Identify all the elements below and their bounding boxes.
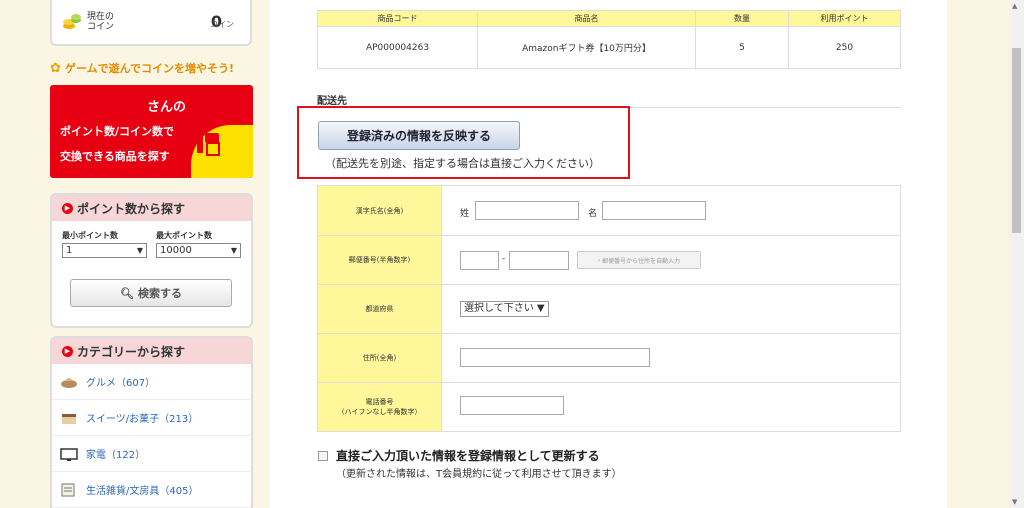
zip-label: 郵便番号(半角数字) [317,235,442,285]
search-icon: 🔍︎ [120,286,134,300]
autofill-label: 郵便番号から住所を自動入力 [602,257,681,265]
form-row-pref: 都道府県 選択して下さい ▼ [317,284,901,334]
points-search-panel: ▶ ポイント数から探す 最小ポイント数 最大ポイント数 1 ▼ 10000 ▼ 🔍︎… [50,193,253,328]
address-cell [441,333,901,383]
points-panel-header: ▶ ポイント数から探す [52,195,251,221]
game-coin-link[interactable]: ✿ ゲームで遊んでコインを増やそう! [50,60,234,76]
category-item-stationery[interactable]: 生活雑貨/文房具（405） [52,472,251,508]
product-name: Amazonギフト券【10万円分】 [477,26,696,69]
coin-stack-icon [63,14,81,29]
points-panel-title: ポイント数から探す [77,201,186,216]
banner-line2: 交換できる商品を探す [60,150,170,163]
form-row-phone: 電話番号 （ハイフンなし半角数字） [317,382,901,432]
min-points-select[interactable]: 1 ▼ [62,243,147,258]
banner-san: さんの [147,100,187,115]
coin-label: 現在の コイン [87,12,115,32]
zip-autofill-button[interactable]: › 郵便番号から住所を自動入力 [577,251,701,269]
reflect-note: （配送先を別途、指定する場合は直接ご入力ください） [325,157,600,170]
gourmet-icon [61,377,77,388]
category-panel: ▶ カテゴリーから探す グルメ（607） スイーツ/お菓子（213） 家電（12… [50,336,253,508]
form-row-name: 漢字氏名(全角) 姓 名 [317,185,901,236]
min-points-label: 最小ポイント数 [62,231,118,240]
form-row-zip: 郵便番号(半角数字) - › 郵便番号から住所を自動入力 [317,235,901,285]
points-search-button[interactable]: 🔍︎ 検索する [70,279,232,307]
chevron-right-icon: ▶ [62,202,73,214]
exchange-search-banner[interactable]: さんの ポイント数/コイン数で 交換できる商品を探す [50,85,253,178]
dropdown-arrow-icon: ▼ [230,246,237,255]
category-panel-title: カテゴリーから探す [77,344,186,359]
banner-line1: ポイント数/コイン数で [60,125,175,138]
product-table-header: 商品コード 商品名 数量 利用ポイント [317,10,901,27]
scrollbar-thumb[interactable] [1012,48,1021,233]
first-name-input[interactable] [602,201,706,220]
phone-label-sub: （ハイフンなし半角数字） [337,408,422,416]
reflect-registered-info-button[interactable]: 登録済みの情報を反映する [318,121,520,150]
scroll-up-icon[interactable]: ▲ [1012,2,1017,10]
stationery-icon [61,483,75,496]
cake-icon [62,413,76,424]
sei-label: 姓 [460,209,470,219]
category-item-electronics[interactable]: 家電（122） [52,436,251,472]
form-row-address: 住所(全角) [317,333,901,383]
shopping-bag-icon [197,133,220,156]
name-label: 漢字氏名(全角) [317,185,442,236]
phone-label: 電話番号 （ハイフンなし半角数字） [317,382,442,432]
category-item-sweets[interactable]: スイーツ/お菓子（213） [52,400,251,436]
last-name-input[interactable] [475,201,579,220]
update-info-checkbox[interactable] [318,451,328,461]
mei-label: 名 [588,209,598,219]
phone-input[interactable] [460,396,564,415]
shipping-section-title: 配送先 [317,96,347,107]
max-points-value: 10000 [160,245,192,256]
product-points: 250 [788,26,901,69]
min-points-value: 1 [66,245,73,256]
coin-balance-box: 現在の コイン 0 コイン [50,0,252,46]
zip-separator: - [502,254,506,264]
pref-cell: 選択して下さい ▼ [441,284,901,334]
product-code: AP000004263 [317,26,478,69]
table-row: AP000004263 Amazonギフト券【10万円分】 5 250 [317,26,901,69]
shipping-form: 漢字氏名(全角) 姓 名 郵便番号(半角数字) - › 郵便番号から住所を自動入… [317,185,901,432]
update-info-label[interactable]: 直接ご入力頂いた情報を登録情報として更新する [336,447,600,464]
game-link-label: ゲームで遊んでコインを増やそう! [64,62,235,75]
flower-icon: ✿ [50,60,61,76]
category-label: グルメ（607） [86,378,156,389]
address-label: 住所(全角) [317,333,442,383]
category-label: スイーツ/お菓子（213） [86,414,199,425]
col-product-name: 商品名 [477,10,696,27]
category-label: 生活雑貨/文房具（405） [86,486,199,497]
coin-unit: コイン [210,20,234,29]
search-button-label: 検索する [137,287,182,300]
prefecture-select[interactable]: 選択して下さい ▼ [460,301,549,317]
address-input[interactable] [460,348,650,367]
scroll-down-icon[interactable]: ▼ [1012,498,1017,506]
zip-first-input[interactable] [460,251,499,270]
name-cell: 姓 名 [441,185,901,236]
chevron-right-icon: ▶ [62,345,73,357]
dropdown-arrow-icon: ▼ [536,303,545,314]
pref-label: 都道府県 [317,284,442,334]
prefecture-value: 選択して下さい [464,303,534,314]
max-points-select[interactable]: 10000 ▼ [156,243,241,258]
update-info-note: （更新された情報は、T会員規約に従って利用させて頂きます） [336,469,622,480]
username-mask [60,95,140,111]
col-quantity: 数量 [695,10,789,27]
product-quantity: 5 [695,26,789,69]
product-table: 商品コード 商品名 数量 利用ポイント AP000004263 Amazonギフ… [317,10,901,69]
col-points: 利用ポイント [788,10,901,27]
dropdown-arrow-icon: ▼ [136,246,143,255]
phone-label-main: 電話番号 [365,398,394,406]
max-points-label: 最大ポイント数 [156,231,212,240]
tv-icon [60,447,78,461]
sidebar: 現在の コイン 0 コイン ✿ ゲームで遊んでコインを増やそう! さんの ポイン… [0,0,270,508]
vertical-scrollbar[interactable]: ▲ ▼ [1009,0,1024,508]
category-item-gourmet[interactable]: グルメ（607） [52,364,251,400]
zip-second-input[interactable] [509,251,569,270]
category-label: 家電（122） [86,450,146,461]
zip-cell: - › 郵便番号から住所を自動入力 [441,235,901,285]
col-product-code: 商品コード [317,10,478,27]
phone-cell [441,382,901,432]
category-panel-header: ▶ カテゴリーから探す [52,338,251,364]
